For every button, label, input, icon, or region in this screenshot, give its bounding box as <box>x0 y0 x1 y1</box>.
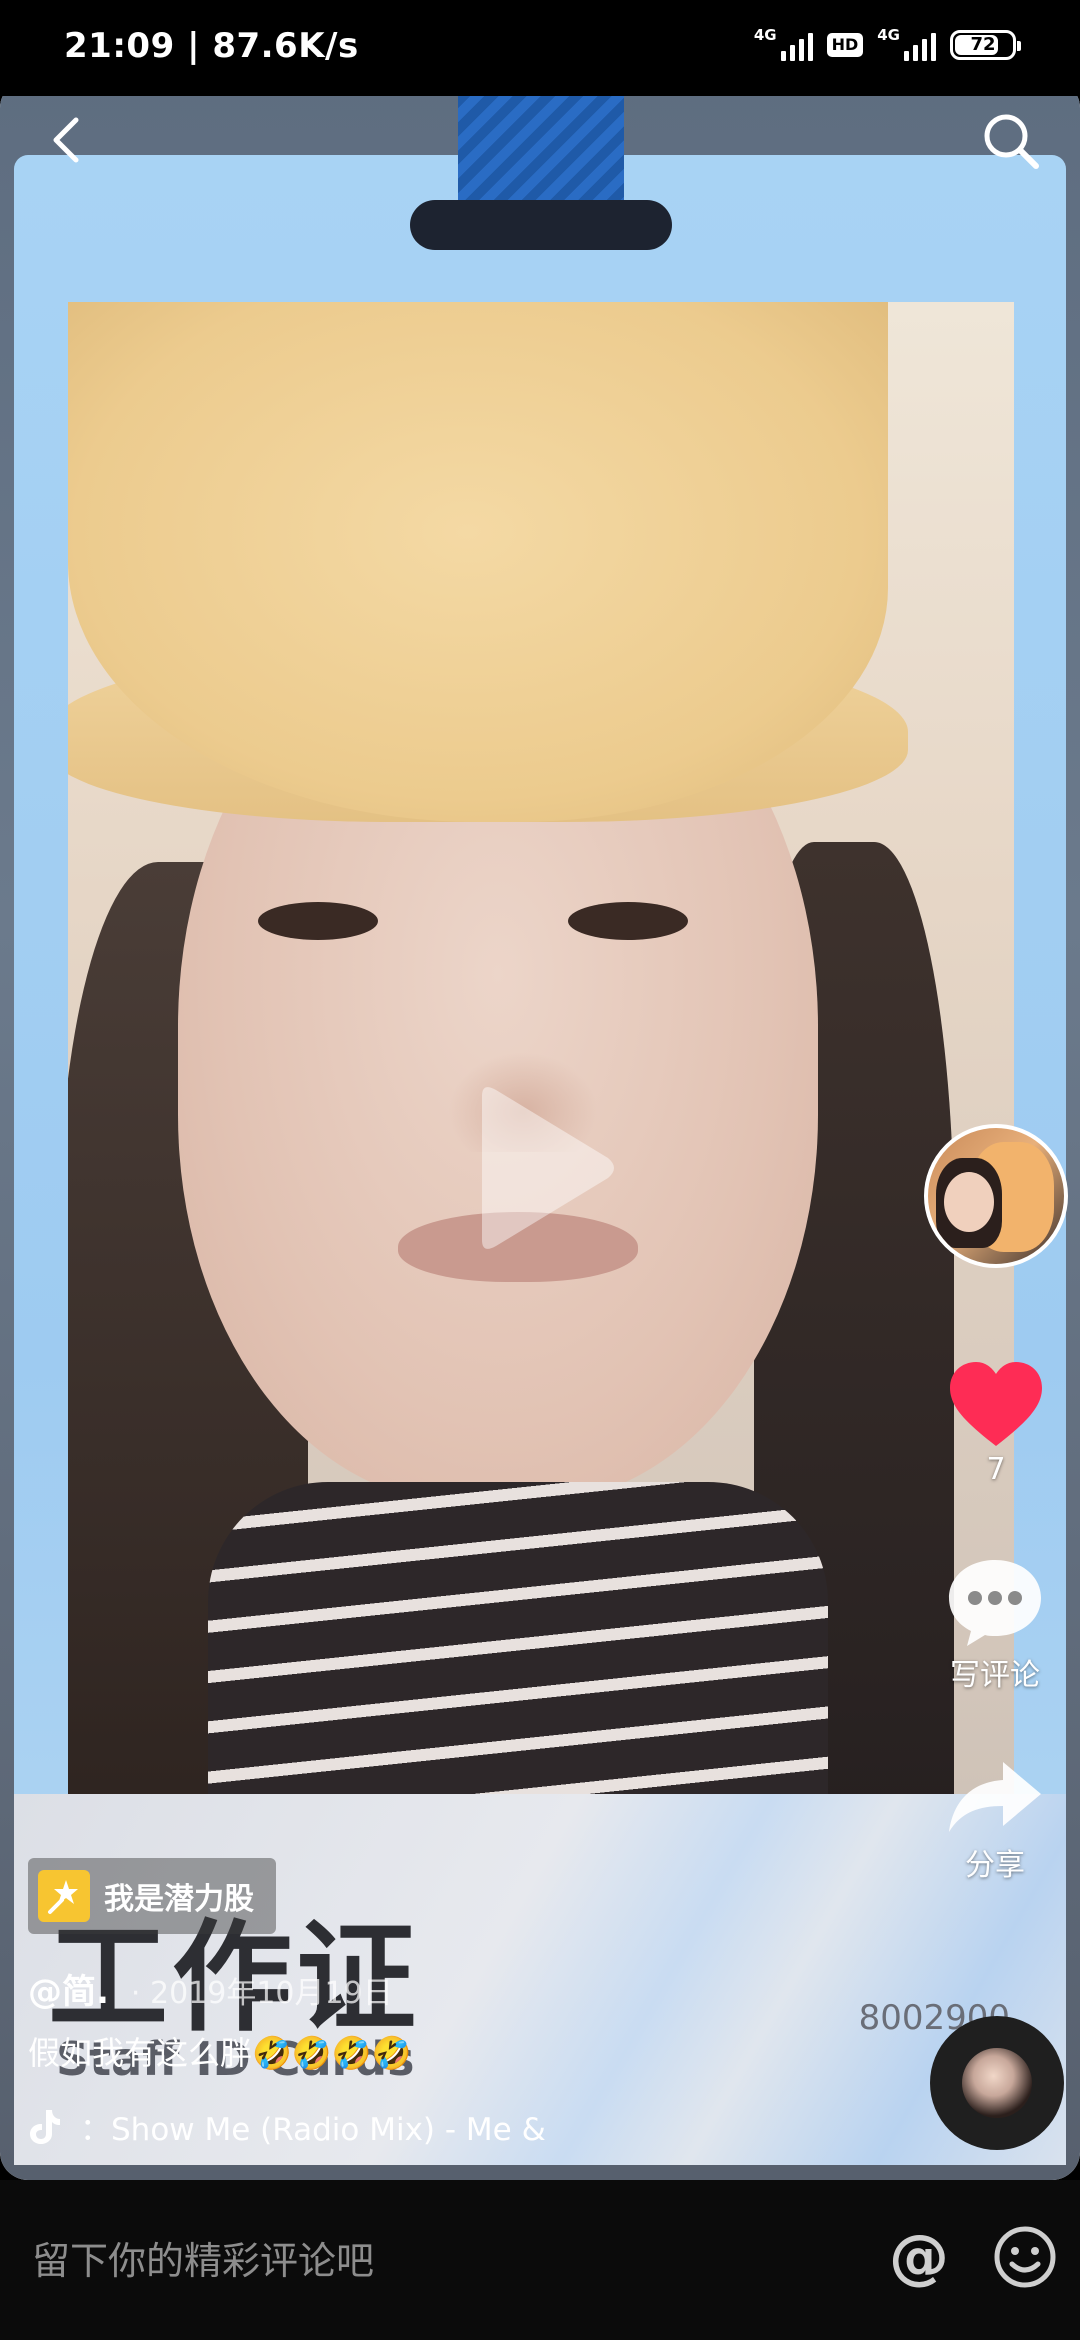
music-disc-cover <box>962 2048 1032 2118</box>
comment-bar: @ <box>0 2180 1080 2340</box>
search-icon <box>984 114 1039 169</box>
author-line: @简. · 2019年10月19日 <box>28 1964 393 2013</box>
post-date: · 2019年10月19日 <box>130 1976 393 2011</box>
magic-wand-icon <box>48 1880 78 1914</box>
share-arrow-icon <box>949 1762 1041 1832</box>
lanyard-slot <box>410 200 672 250</box>
author-avatar[interactable] <box>924 1124 1068 1268</box>
status-time: 21:09 | 87.6K/s <box>64 26 359 66</box>
comment-input[interactable] <box>30 2230 834 2292</box>
back-button[interactable] <box>40 112 96 168</box>
music-disc[interactable] <box>930 2016 1064 2150</box>
like-count: 7 <box>986 1452 1006 1487</box>
cell-signal-2: 4G <box>877 28 936 61</box>
heart-icon <box>950 1362 1042 1446</box>
status-icons: 4G HD 4G 72 <box>754 28 1021 61</box>
search-button[interactable] <box>978 108 1044 174</box>
smiley-icon <box>994 2226 1056 2288</box>
play-button[interactable] <box>462 1078 622 1258</box>
video-detail-screen: 21:09 | 87.6K/s 4G HD 4G 72 工作证 Staff ID… <box>0 0 1080 2340</box>
like-button[interactable]: 7 <box>946 1360 1046 1487</box>
comment-button[interactable]: 写评论 <box>930 1556 1060 1694</box>
network-type-label: 4G <box>753 26 777 44</box>
author-name[interactable]: @简. <box>28 1964 109 2013</box>
share-label: 分享 <box>965 1848 1025 1883</box>
at-mention-button[interactable]: @ <box>884 2222 954 2292</box>
hd-badge: HD <box>826 32 864 57</box>
comment-bubble-icon <box>949 1560 1041 1646</box>
battery-icon: 72 <box>950 29 1021 60</box>
tiktok-note-icon <box>30 2109 60 2144</box>
battery-level: 72 <box>970 34 996 55</box>
network-type-label: 4G <box>877 26 900 44</box>
video-photo <box>68 302 1014 1794</box>
back-arrow-icon <box>53 117 79 163</box>
emoji-button[interactable] <box>992 2224 1058 2290</box>
topic-text: 我是潜力股 <box>104 1882 254 1917</box>
music-title: ：Show Me (Radio Mix) - Me & <box>80 2112 546 2148</box>
cell-signal-1: 4G <box>754 28 813 61</box>
post-caption: 假如我有这么胖🤣🤣🤣🤣 <box>28 2034 412 2072</box>
share-button[interactable]: 分享 <box>930 1758 1060 1884</box>
topic-tag[interactable]: 我是潜力股 <box>28 1858 276 1934</box>
play-icon <box>482 1087 614 1249</box>
music-line[interactable]: ：Show Me (Radio Mix) - Me & <box>28 2104 546 2149</box>
comment-label: 写评论 <box>950 1658 1040 1693</box>
status-bar: 21:09 | 87.6K/s 4G HD 4G 72 <box>0 0 1080 96</box>
signal-bars-icon <box>904 31 936 61</box>
topic-icon <box>38 1870 90 1922</box>
signal-bars-icon <box>780 31 813 61</box>
